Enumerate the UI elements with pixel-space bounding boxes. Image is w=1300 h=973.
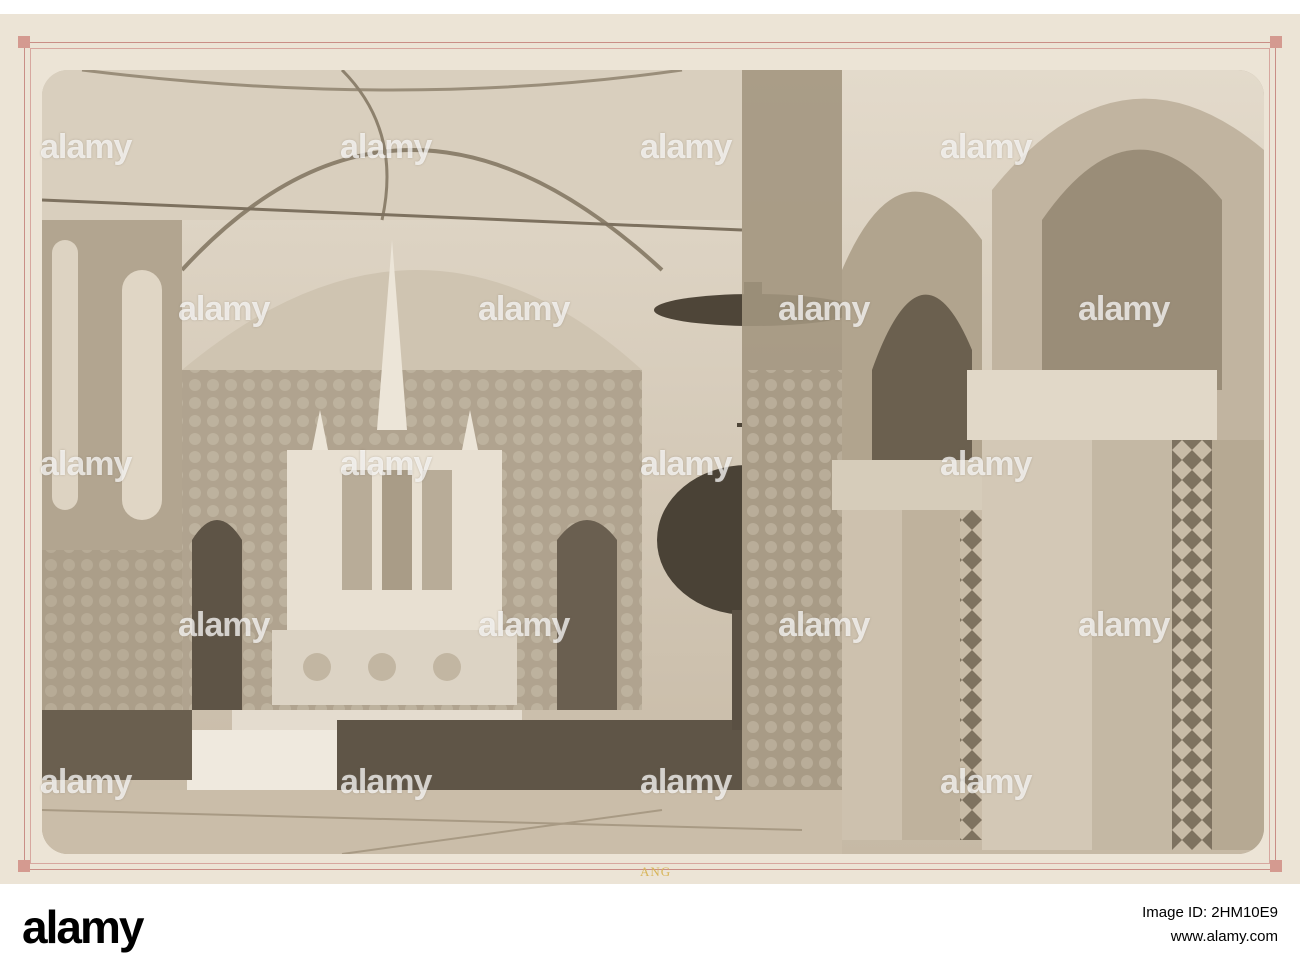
stock-site: www.alamy.com xyxy=(1170,928,1278,945)
corner-ornament xyxy=(18,860,30,872)
image-id: Image ID: 2HM10E9 xyxy=(1142,904,1278,921)
corner-ornament xyxy=(1270,860,1282,872)
church-interior-photo xyxy=(42,70,1264,854)
stock-footer: alamy Image ID: 2HM10E9 www.alamy.com xyxy=(0,884,1300,973)
corner-ornament xyxy=(18,36,30,48)
card-mark: ANG xyxy=(640,864,672,879)
photo-card: ANG xyxy=(0,14,1300,884)
stock-logo: alamy xyxy=(22,901,144,953)
corner-ornament xyxy=(1270,36,1282,48)
